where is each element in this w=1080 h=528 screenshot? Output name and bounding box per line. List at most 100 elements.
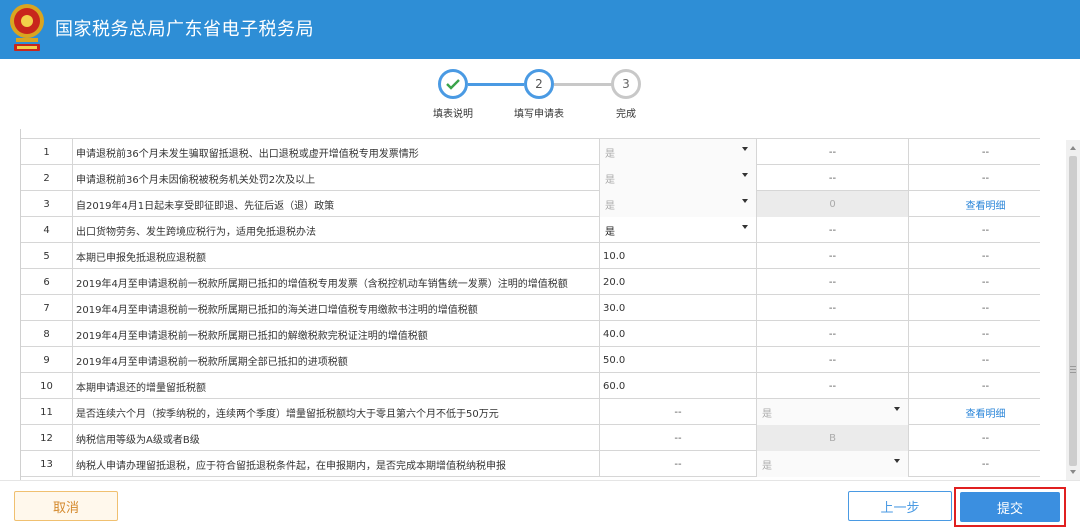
- action-placeholder: --: [909, 243, 1040, 269]
- chevron-down-icon: [742, 199, 748, 203]
- chevron-down-icon: [894, 407, 900, 411]
- row-number: 3: [21, 191, 73, 217]
- action-placeholder: --: [909, 321, 1040, 347]
- sub-placeholder: --: [757, 243, 909, 269]
- table-row: 5 本期已申报免抵退税应退税额 10.0 -- --: [21, 243, 1040, 269]
- select-value: 是: [600, 165, 756, 191]
- cancel-button[interactable]: 取消: [14, 491, 118, 521]
- progress-stepper: 2 3 填表说明 填写申请表 完成: [0, 59, 1080, 129]
- row-number: 12: [21, 425, 73, 451]
- table-row: 3 自2019年4月1日起未享受即征即退、先征后返（退）政策是 0 查看明细: [21, 191, 1040, 217]
- sub-placeholder: --: [757, 295, 909, 321]
- sub-placeholder: --: [757, 139, 909, 165]
- row-number: 10: [21, 373, 73, 399]
- table-row: 9 2019年4月至申请退税前一税款所属期全部已抵扣的进项税额 50.0 -- --: [21, 347, 1040, 373]
- step-connector-2: [554, 83, 612, 86]
- readonly-field: B: [757, 425, 909, 451]
- row-description: 申请退税前36个月未发生骗取留抵退税、出口退税或虚开增值税专用发票情形: [73, 139, 600, 165]
- scroll-down-arrow-icon[interactable]: [1070, 470, 1076, 474]
- row-description: 纳税信用等级为A级或者B级: [73, 425, 600, 451]
- view-details-link[interactable]: 查看明细: [966, 197, 1006, 212]
- step-3-pending: 3: [611, 69, 641, 99]
- action-placeholder: --: [909, 425, 1040, 451]
- table-row: 4 出口货物劳务、发生跨境应税行为，适用免抵退税办法是 -- --: [21, 217, 1040, 243]
- row-description: 申请退税前36个月未因偷税被税务机关处罚2次及以上: [73, 165, 600, 191]
- row-number: 13: [21, 451, 73, 477]
- value-placeholder: --: [600, 451, 757, 477]
- select-value: 是: [757, 399, 908, 425]
- table-row: 2 申请退税前36个月未因偷税被税务机关处罚2次及以上是 -- --: [21, 165, 1040, 191]
- scroll-grip-line: [1070, 372, 1076, 373]
- value-placeholder: --: [600, 399, 757, 425]
- chevron-down-icon[interactable]: [742, 225, 748, 229]
- select-value[interactable]: 是: [600, 217, 756, 243]
- row-description: 出口货物劳务、发生跨境应税行为，适用免抵退税办法: [73, 217, 600, 243]
- value-input[interactable]: 50.0: [600, 347, 757, 373]
- table-row: 11 是否连续六个月（按季纳税的，连续两个季度）增量留抵税额均大于零且第六个月不低…: [21, 399, 1040, 425]
- application-table: 1 申请退税前36个月未发生骗取留抵退税、出口退税或虚开增值税专用发票情形是 -- -…: [20, 129, 1040, 480]
- chevron-down-icon: [742, 173, 748, 177]
- table-header-remnant: [21, 129, 1040, 139]
- action-placeholder: --: [909, 139, 1040, 165]
- value-input[interactable]: 40.0: [600, 321, 757, 347]
- table-row: 10 本期申请退还的增量留抵税额 60.0 -- --: [21, 373, 1040, 399]
- value-select: 是: [600, 165, 757, 191]
- select-value: 是: [600, 139, 756, 165]
- check-icon: [446, 79, 460, 90]
- value-input[interactable]: 20.0: [600, 269, 757, 295]
- row-description: 是否连续六个月（按季纳税的，连续两个季度）增量留抵税额均大于零且第六个月不低于5…: [73, 399, 600, 425]
- row-description: 自2019年4月1日起未享受即征即退、先征后返（退）政策: [73, 191, 600, 217]
- row-description: 纳税人申请办理留抵退税，应于符合留抵退税条件起，在申报期内，是否完成本期增值税纳…: [73, 451, 600, 477]
- view-details-link[interactable]: 查看明细: [966, 405, 1006, 420]
- row-number: 9: [21, 347, 73, 373]
- scroll-grip-line: [1070, 369, 1076, 370]
- step-3-label: 完成: [616, 109, 636, 120]
- row-description: 2019年4月至申请退税前一税款所属期已抵扣的增值税专用发票（含税控机动车销售统…: [73, 269, 600, 295]
- value-select: 是: [600, 139, 757, 165]
- row-description: 2019年4月至申请退税前一税款所属期全部已抵扣的进项税额: [73, 347, 600, 373]
- value-input[interactable]: 60.0: [600, 373, 757, 399]
- action-placeholder: --: [909, 269, 1040, 295]
- action-placeholder: --: [909, 373, 1040, 399]
- value-input[interactable]: 30.0: [600, 295, 757, 321]
- header-title: 国家税务总局广东省电子税务局: [55, 19, 314, 40]
- sub-placeholder: --: [757, 321, 909, 347]
- scroll-grip-line: [1070, 366, 1076, 367]
- row-number: 8: [21, 321, 73, 347]
- select-value: 是: [757, 451, 908, 477]
- value-placeholder: --: [600, 425, 757, 451]
- value-select[interactable]: 是: [600, 217, 757, 243]
- step-connector-1: [468, 83, 524, 86]
- value-input[interactable]: 10.0: [600, 243, 757, 269]
- view-details-cell: 查看明细: [909, 191, 1040, 217]
- action-footer: 取消 上一步 提交: [0, 480, 1080, 528]
- row-number: 7: [21, 295, 73, 321]
- sub-select: 是: [757, 399, 909, 425]
- sub-select: 是: [757, 451, 909, 477]
- previous-step-button[interactable]: 上一步: [848, 491, 952, 521]
- sub-placeholder: --: [757, 217, 909, 243]
- scroll-up-arrow-icon[interactable]: [1070, 146, 1076, 150]
- table-row: 6 2019年4月至申请退税前一税款所属期已抵扣的增值税专用发票（含税控机动车销售…: [21, 269, 1040, 295]
- sub-placeholder: --: [757, 347, 909, 373]
- table-row: 1 申请退税前36个月未发生骗取留抵退税、出口退税或虚开增值税专用发票情形是 -- -…: [21, 139, 1040, 165]
- step-1-label: 填表说明: [433, 109, 473, 120]
- action-placeholder: --: [909, 217, 1040, 243]
- row-description: 2019年4月至申请退税前一税款所属期已抵扣的解缴税款完税证注明的增值税额: [73, 321, 600, 347]
- row-description: 本期申请退还的增量留抵税额: [73, 373, 600, 399]
- table-row: 7 2019年4月至申请退税前一税款所属期已抵扣的海关进口增值税专用缴款书注明的增…: [21, 295, 1040, 321]
- scroll-thumb[interactable]: [1069, 156, 1077, 466]
- step-2-current: 2: [524, 69, 554, 99]
- vertical-scrollbar[interactable]: [1066, 140, 1080, 480]
- row-number: 1: [21, 139, 73, 165]
- sub-placeholder: --: [757, 269, 909, 295]
- chevron-down-icon: [894, 459, 900, 463]
- app-header: 国家税务总局广东省电子税务局: [0, 0, 1080, 59]
- tax-emblem-icon: [10, 4, 44, 51]
- step-2-label: 填写申请表: [514, 109, 564, 120]
- table-row: 13 纳税人申请办理留抵退税，应于符合留抵退税条件起，在申报期内，是否完成本期增值…: [21, 451, 1040, 477]
- sub-placeholder: --: [757, 373, 909, 399]
- row-description: 本期已申报免抵退税应退税额: [73, 243, 600, 269]
- action-placeholder: --: [909, 165, 1040, 191]
- submit-button[interactable]: 提交: [960, 492, 1060, 522]
